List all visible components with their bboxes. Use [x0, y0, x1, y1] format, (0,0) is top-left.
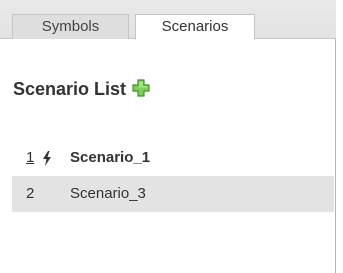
tab-scenarios[interactable]: Scenarios [135, 14, 255, 40]
panel-title: Scenario List [13, 79, 127, 99]
scenario-name: Scenario_1 [70, 149, 151, 166]
tab-symbols[interactable]: Symbols [12, 14, 129, 39]
scenario-number: 1 [26, 149, 35, 166]
scenario-number: 2 [26, 185, 35, 202]
scenario-name: Scenario_3 [70, 185, 146, 202]
scenario-row-1[interactable]: 1 Scenario_1 [12, 140, 334, 176]
scenario-row-2[interactable]: 2 Scenario_3 [12, 176, 334, 212]
plus-icon[interactable] [132, 79, 150, 97]
lightning-bolt-icon [43, 151, 51, 166]
scenario-panel: Symbols Scenarios Scenario List 1 Scenar… [0, 0, 336, 273]
